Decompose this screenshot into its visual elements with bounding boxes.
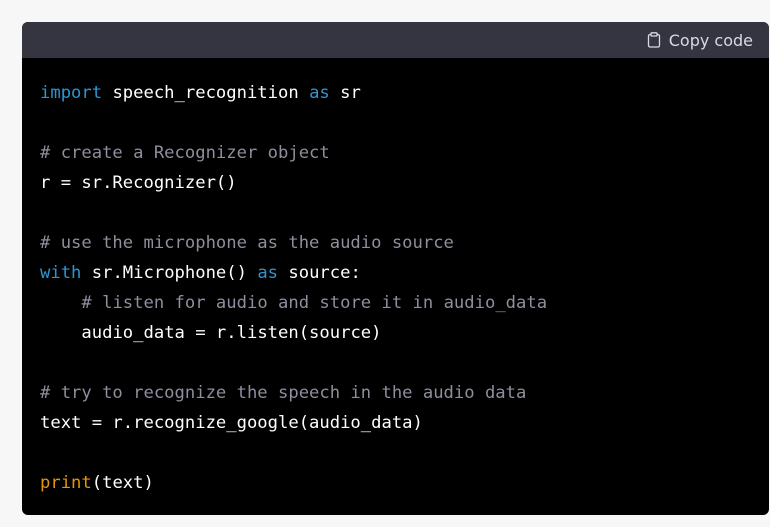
indent-token [40,293,81,313]
text-token: sr.Microphone() [81,263,258,283]
code-line: text = r.recognize_google(audio_data) [40,408,769,438]
clipboard-icon [647,32,660,48]
copy-code-label: Copy code [668,30,753,50]
comment-token: # listen for audio and store it in audio… [81,293,548,313]
text-token: source: [278,263,361,283]
keyword-token: as [257,263,279,283]
code-line: print(text) [40,468,769,498]
indent-token [40,323,81,343]
code-body: import speech_recognition as sr # create … [22,58,769,498]
text-token: r = sr.Recognizer() [40,173,237,193]
code-line: # create a Recognizer object [40,138,769,168]
comment-token: # use the microphone as the audio source [40,233,454,253]
comment-token: # try to recognize the speech in the aud… [40,383,527,403]
keyword-token: import [40,83,103,103]
code-line: import speech_recognition as sr [40,78,769,108]
code-line: with sr.Microphone() as source: [40,258,769,288]
builtin-token: print [40,473,92,493]
code-line: r = sr.Recognizer() [40,168,769,198]
text-token: speech_recognition [102,83,310,103]
code-line: # listen for audio and store it in audio… [40,288,769,318]
code-block: Copy code import speech_recognition as s… [22,22,769,515]
code-line: # try to recognize the speech in the aud… [40,378,769,408]
copy-code-button[interactable]: Copy code [647,31,753,50]
code-line: # use the microphone as the audio source [40,228,769,258]
keyword-token: as [309,83,330,103]
text-token: sr [329,83,361,103]
text-token: audio_data = r.listen(source) [81,323,382,343]
text-token: (text) [91,473,154,493]
text-token: text = r.recognize_google(audio_data) [40,413,423,433]
code-header: Copy code [22,22,769,58]
keyword-token: with [40,263,82,283]
code-line: audio_data = r.listen(source) [40,318,769,348]
comment-token: # create a Recognizer object [40,143,330,163]
